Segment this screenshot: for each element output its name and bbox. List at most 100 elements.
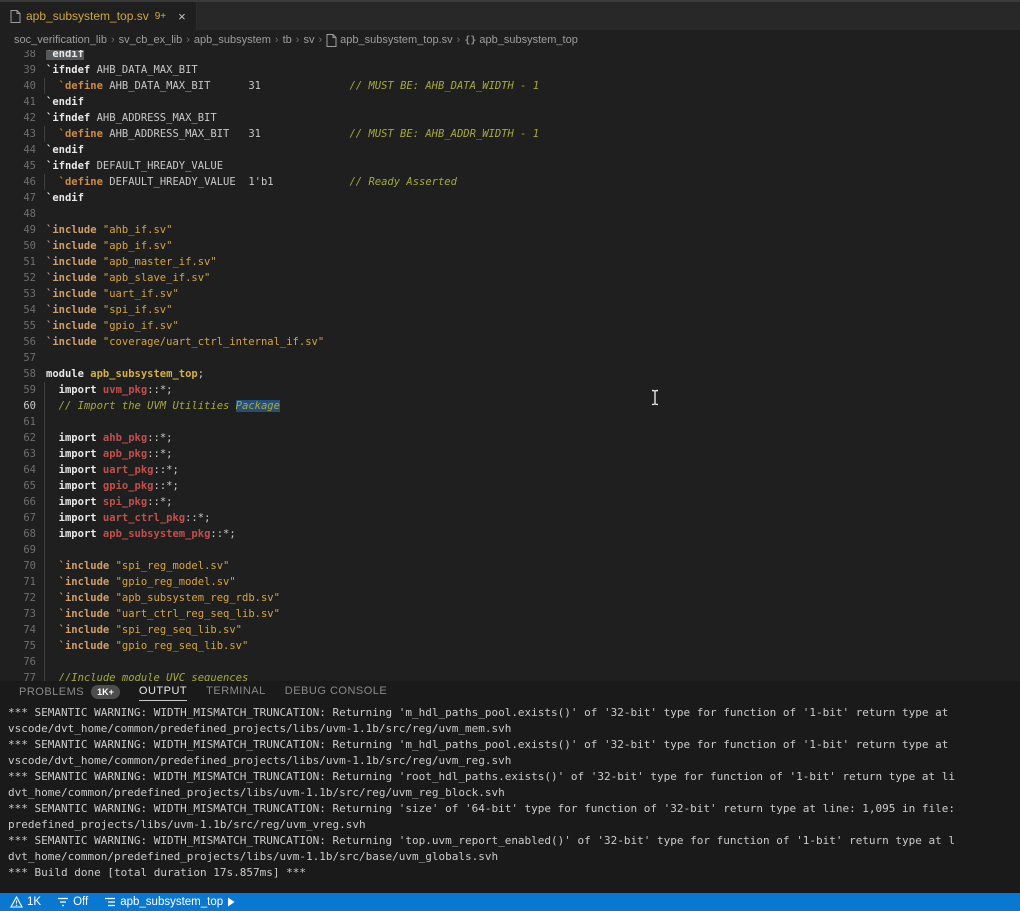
line-number: 46: [0, 174, 36, 190]
code-line[interactable]: 54`include "spi_if.sv": [0, 302, 1020, 318]
code-text: import ahb_pkg::*;: [46, 430, 1020, 446]
breadcrumb-label: apb_subsystem_top: [479, 34, 577, 46]
code-line[interactable]: 68 import apb_subsystem_pkg::*;: [0, 526, 1020, 542]
code-line[interactable]: 49`include "ahb_if.sv": [0, 222, 1020, 238]
code-line[interactable]: 57: [0, 350, 1020, 366]
line-number: 53: [0, 286, 36, 302]
task-name: apb_subsystem_top: [120, 896, 223, 908]
breadcrumb-label: apb_subsystem: [194, 34, 271, 46]
code-line[interactable]: 77 //Include module UVC sequences: [0, 670, 1020, 681]
breadcrumb-separator: ›: [275, 34, 279, 46]
code-text: `endif: [46, 142, 1020, 158]
code-editor[interactable]: 38`endif39`ifndef AHB_DATA_MAX_BIT40 `de…: [0, 50, 1020, 681]
breadcrumb-item-sv_cb_ex_lib[interactable]: sv_cb_ex_lib: [119, 34, 183, 46]
breadcrumb-item-apb_subsystem_top[interactable]: {}apb_subsystem_top: [464, 34, 578, 46]
code-line[interactable]: 42`ifndef AHB_ADDRESS_MAX_BIT: [0, 110, 1020, 126]
file-icon: [326, 34, 337, 47]
panel-tab-output[interactable]: OUTPUT: [139, 685, 187, 701]
play-icon[interactable]: [227, 897, 235, 907]
breadcrumb-label: sv: [303, 34, 314, 46]
status-warnings[interactable]: 1K: [2, 893, 49, 911]
filter-state: Off: [73, 896, 88, 908]
breadcrumb-separator: ›: [296, 34, 300, 46]
code-line[interactable]: 76: [0, 654, 1020, 670]
code-text: `ifndef DEFAULT_HREADY_VALUE: [46, 158, 1020, 174]
line-number: 65: [0, 478, 36, 494]
code-text: `include "gpio_if.sv": [46, 318, 1020, 334]
editor-tab-bar: apb_subsystem_top.sv 9+ ×: [0, 0, 1020, 30]
line-number: 63: [0, 446, 36, 462]
code-line[interactable]: 75 `include "gpio_reg_seq_lib.sv": [0, 638, 1020, 654]
code-text: `include "apb_slave_if.sv": [46, 270, 1020, 286]
code-line[interactable]: 62 import ahb_pkg::*;: [0, 430, 1020, 446]
line-number: 42: [0, 110, 36, 126]
code-line[interactable]: 73 `include "uart_ctrl_reg_seq_lib.sv": [0, 606, 1020, 622]
breadcrumb-item-tb[interactable]: tb: [283, 34, 292, 46]
breadcrumb-separator: ›: [457, 34, 461, 46]
output-line: *** SEMANTIC WARNING: WIDTH_MISMATCH_TRU…: [8, 705, 1020, 721]
breadcrumb-label: soc_verification_lib: [14, 34, 107, 46]
code-line[interactable]: 65 import gpio_pkg::*;: [0, 478, 1020, 494]
code-line[interactable]: 46 `define DEFAULT_HREADY_VALUE 1'b1 // …: [0, 174, 1020, 190]
close-icon[interactable]: ×: [178, 10, 186, 23]
line-number: 52: [0, 270, 36, 286]
line-number: 76: [0, 654, 36, 670]
code-line[interactable]: 45`ifndef DEFAULT_HREADY_VALUE: [0, 158, 1020, 174]
breadcrumb-item-apb_subsystem[interactable]: apb_subsystem: [194, 34, 271, 46]
tab-apb-subsystem-top-sv[interactable]: apb_subsystem_top.sv 9+ ×: [0, 2, 197, 30]
file-icon: [10, 10, 21, 23]
code-line[interactable]: 70 `include "spi_reg_model.sv": [0, 558, 1020, 574]
line-number: 58: [0, 366, 36, 382]
code-line[interactable]: 56`include "coverage/uart_ctrl_internal_…: [0, 334, 1020, 350]
panel-tab-debug-console[interactable]: DEBUG CONSOLE: [285, 685, 387, 700]
code-line[interactable]: 74 `include "spi_reg_seq_lib.sv": [0, 622, 1020, 638]
output-line: *** SEMANTIC WARNING: WIDTH_MISMATCH_TRU…: [8, 737, 1020, 753]
line-number: 38: [0, 50, 36, 62]
panel-tab-problems[interactable]: PROBLEMS 1K+: [19, 685, 120, 702]
code-line[interactable]: 58module apb_subsystem_top;: [0, 366, 1020, 382]
code-line[interactable]: 67 import uart_ctrl_pkg::*;: [0, 510, 1020, 526]
code-line[interactable]: 48: [0, 206, 1020, 222]
code-line[interactable]: 47`endif: [0, 190, 1020, 206]
breadcrumb-item-soc_verification_lib[interactable]: soc_verification_lib: [14, 34, 107, 46]
breadcrumb-item-apb_subsystem_top.sv[interactable]: apb_subsystem_top.sv: [326, 34, 453, 47]
code-line[interactable]: 40 `define AHB_DATA_MAX_BIT 31 // MUST B…: [0, 78, 1020, 94]
code-line[interactable]: 71 `include "gpio_reg_model.sv": [0, 574, 1020, 590]
code-line[interactable]: 63 import apb_pkg::*;: [0, 446, 1020, 462]
code-line[interactable]: 69: [0, 542, 1020, 558]
code-line[interactable]: 52 `include "apb_slave_if.sv": [0, 270, 1020, 286]
breadcrumb-item-sv[interactable]: sv: [303, 34, 314, 46]
code-text: import spi_pkg::*;: [46, 494, 1020, 510]
code-text: [46, 206, 1020, 222]
code-line[interactable]: 38`endif: [0, 50, 1020, 62]
code-line[interactable]: 41`endif: [0, 94, 1020, 110]
code-line[interactable]: 60 // Import the UVM Utilities Package: [0, 398, 1020, 414]
output-line: dvt_home/common/predefined_projects/libs…: [8, 785, 1020, 801]
code-line[interactable]: 55`include "gpio_if.sv": [0, 318, 1020, 334]
line-number: 61: [0, 414, 36, 430]
code-line[interactable]: 72 `include "apb_subsystem_reg_rdb.sv": [0, 590, 1020, 606]
code-line[interactable]: 61: [0, 414, 1020, 430]
code-line[interactable]: 50`include "apb_if.sv": [0, 238, 1020, 254]
code-line[interactable]: 59 import uvm_pkg::*;: [0, 382, 1020, 398]
status-filter[interactable]: Off: [49, 893, 96, 911]
status-task-runner[interactable]: apb_subsystem_top: [96, 893, 243, 911]
code-line[interactable]: 44`endif: [0, 142, 1020, 158]
panel-tab-label: DEBUG CONSOLE: [285, 685, 387, 697]
code-text: `include "coverage/uart_ctrl_internal_if…: [46, 334, 1020, 350]
line-number: 69: [0, 542, 36, 558]
code-line[interactable]: 64 import uart_pkg::*;: [0, 462, 1020, 478]
code-line[interactable]: 53`include "uart_if.sv": [0, 286, 1020, 302]
output-console[interactable]: *** SEMANTIC WARNING: WIDTH_MISMATCH_TRU…: [0, 702, 1020, 893]
code-line[interactable]: 39`ifndef AHB_DATA_MAX_BIT: [0, 62, 1020, 78]
panel-tab-terminal[interactable]: TERMINAL: [206, 685, 266, 700]
code-text: `include "apb_master_if.sv": [46, 254, 1020, 270]
line-number: 47: [0, 190, 36, 206]
code-text: `define AHB_ADDRESS_MAX_BIT 31 // MUST B…: [46, 126, 1020, 142]
line-number: 74: [0, 622, 36, 638]
code-line[interactable]: 43 `define AHB_ADDRESS_MAX_BIT 31 // MUS…: [0, 126, 1020, 142]
code-line[interactable]: 51`include "apb_master_if.sv": [0, 254, 1020, 270]
editor-lines: 38`endif39`ifndef AHB_DATA_MAX_BIT40 `de…: [0, 50, 1020, 681]
output-line: *** SEMANTIC WARNING: WIDTH_MISMATCH_TRU…: [8, 801, 1020, 817]
code-line[interactable]: 66 import spi_pkg::*;: [0, 494, 1020, 510]
